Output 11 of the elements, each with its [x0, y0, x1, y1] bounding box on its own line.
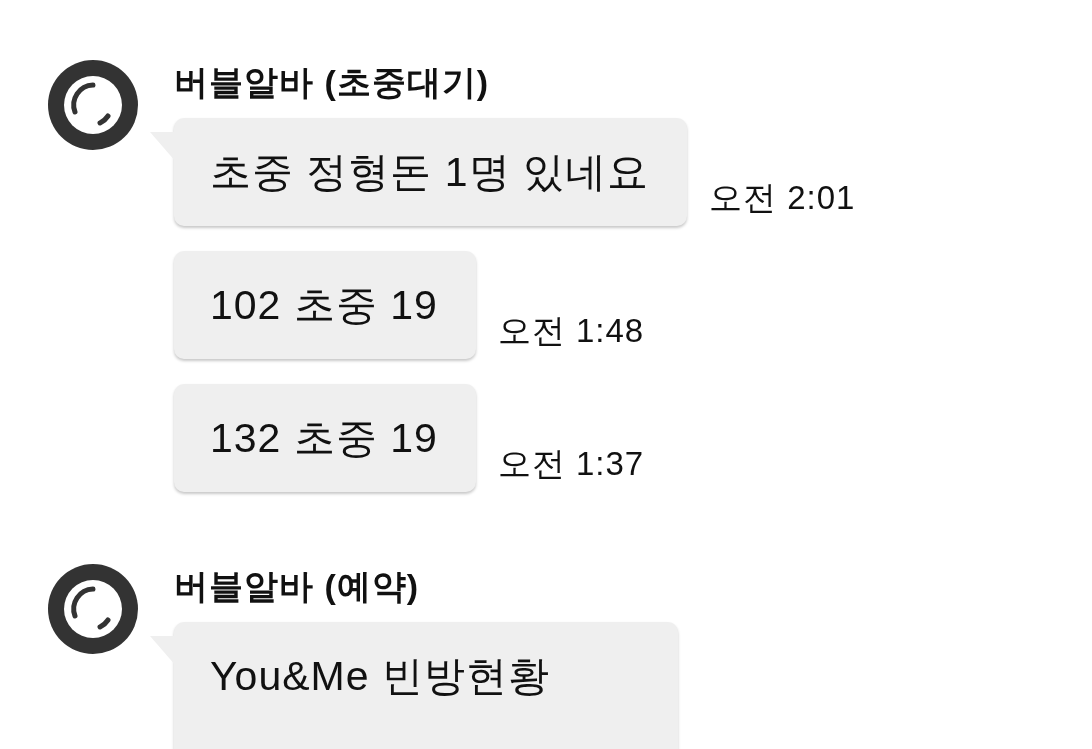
message-time: 오전 1:48 — [497, 311, 645, 351]
avatar-icon — [48, 60, 138, 150]
message-time: 오전 1:37 — [497, 444, 645, 484]
message-time: 오전 2:01 — [709, 178, 856, 218]
avatar-icon — [48, 564, 138, 654]
message-bubble: 132 초중 19 — [174, 384, 476, 492]
message-bubble: 초중 정형돈 1명 있네요 — [174, 118, 687, 226]
message-bubble: You&Me 빈방현황 — [174, 622, 678, 749]
sender-name: 버블알바 (초중대기) — [174, 62, 490, 103]
sender-name: 버블알바 (예약) — [174, 566, 420, 607]
message-bubble: 102 초중 19 — [174, 251, 476, 359]
